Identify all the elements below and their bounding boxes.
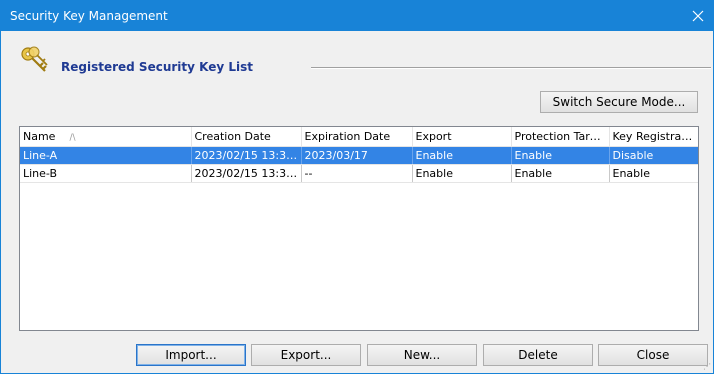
column-header-creation-date[interactable]: Creation Date xyxy=(191,127,302,147)
security-key-list[interactable]: Name /\ Creation Date Expiration Date Exp… xyxy=(19,126,699,331)
export-button[interactable]: Export... xyxy=(251,344,361,366)
column-header-expiration-date[interactable]: Expiration Date xyxy=(301,127,413,147)
delete-button[interactable]: Delete xyxy=(483,344,593,366)
switch-secure-mode-button[interactable]: Switch Secure Mode... xyxy=(540,91,698,113)
cell-name: Line-B xyxy=(20,164,192,183)
cell-name: Line-A xyxy=(20,146,192,165)
cell-creation-date: 2023/02/15 13:37:12 xyxy=(191,164,302,183)
table-row[interactable]: Line-A 2023/02/15 13:36:20 2023/03/17 En… xyxy=(20,146,698,165)
resize-grip-icon[interactable]: ⋰ xyxy=(703,362,711,371)
cell-expiration-date: -- xyxy=(301,164,413,183)
table-row[interactable]: Line-B 2023/02/15 13:37:12 -- Enable Ena… xyxy=(20,164,698,183)
column-header-name[interactable]: Name /\ xyxy=(20,127,192,147)
column-header-label: Name xyxy=(23,130,56,143)
cell-protection-target: Enable xyxy=(511,146,610,165)
column-header-export[interactable]: Export xyxy=(412,127,512,147)
new-button[interactable]: New... xyxy=(367,344,477,366)
section-title: Registered Security Key List xyxy=(61,60,253,74)
title-bar[interactable]: Security Key Management xyxy=(1,1,713,31)
column-header-key-registration[interactable]: Key Registration ... xyxy=(609,127,698,147)
close-icon xyxy=(692,10,704,22)
keys-icon xyxy=(21,46,48,72)
separator xyxy=(311,67,711,69)
cell-key-registration: Enable xyxy=(609,164,698,183)
cell-protection-target: Enable xyxy=(511,164,610,183)
cell-key-registration: Disable xyxy=(609,146,698,165)
cell-export: Enable xyxy=(412,164,512,183)
cell-creation-date: 2023/02/15 13:36:20 xyxy=(191,146,302,165)
security-key-management-dialog: Security Key Management Registered Secur… xyxy=(0,0,714,374)
close-button[interactable]: Close xyxy=(598,344,708,366)
column-header-row: Name /\ Creation Date Expiration Date Exp… xyxy=(20,127,698,147)
section-header: Registered Security Key List xyxy=(19,45,711,81)
close-window-button[interactable] xyxy=(683,1,713,31)
import-button[interactable]: Import... xyxy=(136,344,246,366)
window-title: Security Key Management xyxy=(10,9,168,23)
cell-expiration-date: 2023/03/17 xyxy=(301,146,413,165)
sort-ascending-icon: /\ xyxy=(69,133,76,143)
column-header-protection-target[interactable]: Protection Targe... xyxy=(511,127,610,147)
cell-export: Enable xyxy=(412,146,512,165)
